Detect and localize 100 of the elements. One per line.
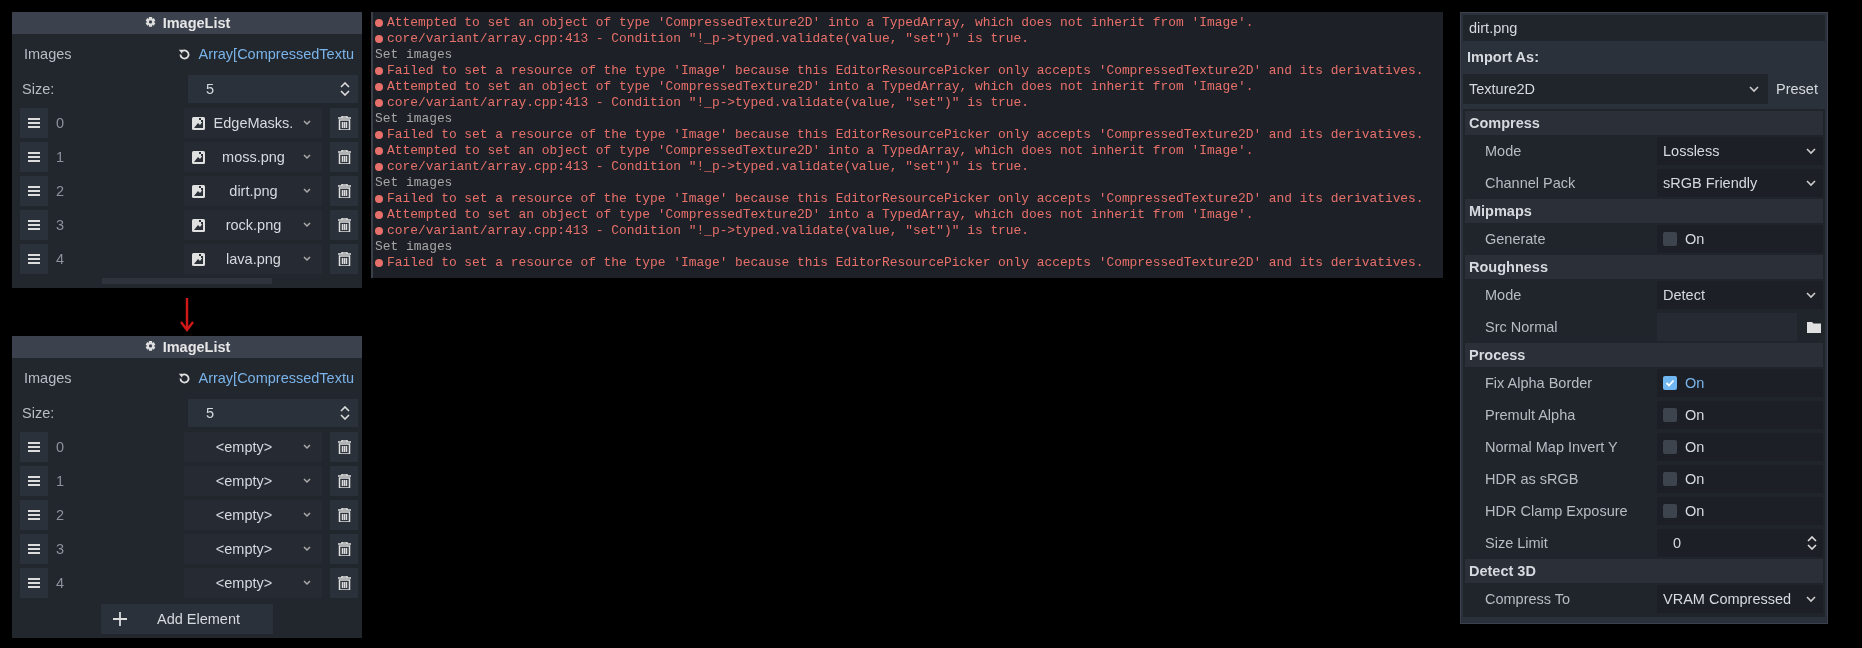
trash-icon <box>337 542 351 556</box>
error-dot-icon <box>375 227 383 235</box>
resource-picker[interactable]: dirt.png <box>184 176 322 206</box>
option-checkbox[interactable]: On <box>1657 401 1823 429</box>
up-down-arrows-icon <box>1807 536 1817 550</box>
option-dropdown[interactable]: sRGB Friendly <box>1657 169 1823 197</box>
revert-icon[interactable] <box>178 47 192 61</box>
option-checkbox[interactable]: On <box>1657 225 1823 253</box>
resource-picker[interactable]: <empty> <box>184 500 322 530</box>
drag-handle[interactable] <box>20 568 48 598</box>
size-label: Size: <box>22 405 55 421</box>
drag-handle[interactable] <box>20 244 48 274</box>
resource-picker[interactable]: lava.png <box>184 244 322 274</box>
chevron-down-icon <box>1805 179 1817 187</box>
resource-picker[interactable]: moss.png <box>184 142 322 172</box>
resource-picker[interactable]: <empty> <box>184 534 322 564</box>
delete-button[interactable] <box>330 432 358 462</box>
drag-handle[interactable] <box>20 466 48 496</box>
delete-button[interactable] <box>330 108 358 138</box>
drag-handle[interactable] <box>20 210 48 240</box>
drag-handle[interactable] <box>20 142 48 172</box>
delete-button[interactable] <box>330 568 358 598</box>
resource-picker[interactable]: <empty> <box>184 568 322 598</box>
drag-handle[interactable] <box>20 108 48 138</box>
add-element-button[interactable]: Add Element <box>101 604 273 634</box>
drag-handle[interactable] <box>20 534 48 564</box>
log-message: Attempted to set an object of type 'CompressedTexture2D' into a TypedArray, which does not inherit from 'Image'. <box>387 143 1254 159</box>
log-message: Attempted to set an object of type 'CompressedTexture2D' into a TypedArray, which does not inherit from 'Image'. <box>387 207 1254 223</box>
handle-icon <box>28 510 40 520</box>
drag-handle[interactable] <box>20 176 48 206</box>
inspector-title: ImageList <box>162 339 231 355</box>
down-arrow-icon <box>180 298 194 332</box>
element-index: 0 <box>56 439 66 455</box>
texture-icon <box>192 184 205 198</box>
revert-icon[interactable] <box>178 371 192 385</box>
trash-icon <box>337 184 351 198</box>
resource-picker[interactable]: rock.png <box>184 210 322 240</box>
element-index: 2 <box>56 507 66 523</box>
chevron-down-icon <box>302 153 312 161</box>
option-checkbox[interactable]: On <box>1657 433 1823 461</box>
log-message: Set images <box>375 175 453 191</box>
section-header[interactable]: Detect 3D <box>1465 559 1823 583</box>
size-label: Size: <box>22 81 55 97</box>
log-message: Set images <box>375 111 453 127</box>
log-message: core/variant/array.cpp:413 - Condition "!_p->typed.validate(value, "set")" is true. <box>387 223 1030 239</box>
delete-button[interactable] <box>330 534 358 564</box>
log-message: Failed to set a resource of the type 'Image' because this EditorResourcePicker only accepts 'CompressedTexture2D' and its derivatives. <box>387 63 1424 79</box>
delete-button[interactable] <box>330 210 358 240</box>
option-checkbox[interactable]: On <box>1657 465 1823 493</box>
trash-icon <box>337 150 351 164</box>
drag-handle[interactable] <box>20 432 48 462</box>
error-dot-icon <box>375 19 383 27</box>
inspector-title: ImageList <box>162 15 231 31</box>
element-index: 1 <box>56 149 66 165</box>
preset-button[interactable]: Preset <box>1776 81 1818 97</box>
option-dropdown[interactable]: Lossless <box>1657 137 1823 165</box>
resource-picker[interactable]: <empty> <box>184 466 322 496</box>
log-message: Attempted to set an object of type 'CompressedTexture2D' into a TypedArray, which does not inherit from 'Image'. <box>387 15 1254 31</box>
delete-button[interactable] <box>330 176 358 206</box>
delete-button[interactable] <box>330 500 358 530</box>
handle-icon <box>28 578 40 588</box>
array-type-link[interactable]: Array[CompressedTextu <box>198 370 354 386</box>
chevron-down-icon <box>302 119 312 127</box>
option-label: Premult Alpha <box>1484 407 1577 423</box>
element-index: 4 <box>56 251 66 267</box>
error-dot-icon <box>375 131 383 139</box>
element-index: 4 <box>56 575 66 591</box>
option-checkbox[interactable]: On <box>1657 369 1823 397</box>
delete-button[interactable] <box>330 244 358 274</box>
texture-icon <box>192 116 205 130</box>
gear-icon <box>143 340 157 354</box>
drag-handle[interactable] <box>20 500 48 530</box>
delete-button[interactable] <box>330 142 358 172</box>
option-spinbox[interactable]: 0 <box>1657 529 1823 557</box>
texture-icon <box>192 150 205 164</box>
section-header[interactable]: Mipmaps <box>1465 199 1823 223</box>
import-type-dropdown[interactable]: Texture2D <box>1463 74 1768 104</box>
size-spinbox[interactable]: 5 <box>188 399 358 427</box>
delete-button[interactable] <box>330 466 358 496</box>
option-label: Fix Alpha Border <box>1484 375 1594 391</box>
chevron-down-icon <box>302 579 312 587</box>
trash-icon <box>337 508 351 522</box>
log-message: Failed to set a resource of the type 'Image' because this EditorResourcePicker only accepts 'CompressedTexture2D' and its derivatives. <box>387 191 1424 207</box>
resource-picker[interactable]: EdgeMasks. <box>184 108 322 138</box>
error-dot-icon <box>375 83 383 91</box>
plus-icon <box>113 612 127 626</box>
trash-icon <box>337 218 351 232</box>
array-type-link[interactable]: Array[CompressedTextu <box>198 46 354 62</box>
resource-picker[interactable]: <empty> <box>184 432 322 462</box>
option-label: Size Limit <box>1484 535 1549 551</box>
folder-icon[interactable] <box>1807 321 1821 333</box>
size-spinbox[interactable]: 5 <box>188 75 358 103</box>
handle-icon <box>28 186 40 196</box>
option-dropdown[interactable]: Detect <box>1657 281 1823 309</box>
option-checkbox[interactable]: On <box>1657 497 1823 525</box>
option-dropdown[interactable]: VRAM Compressed <box>1657 585 1823 613</box>
section-header[interactable]: Roughness <box>1465 255 1823 279</box>
chevron-down-icon <box>1805 291 1817 299</box>
section-header[interactable]: Process <box>1465 343 1823 367</box>
section-header[interactable]: Compress <box>1465 111 1823 135</box>
